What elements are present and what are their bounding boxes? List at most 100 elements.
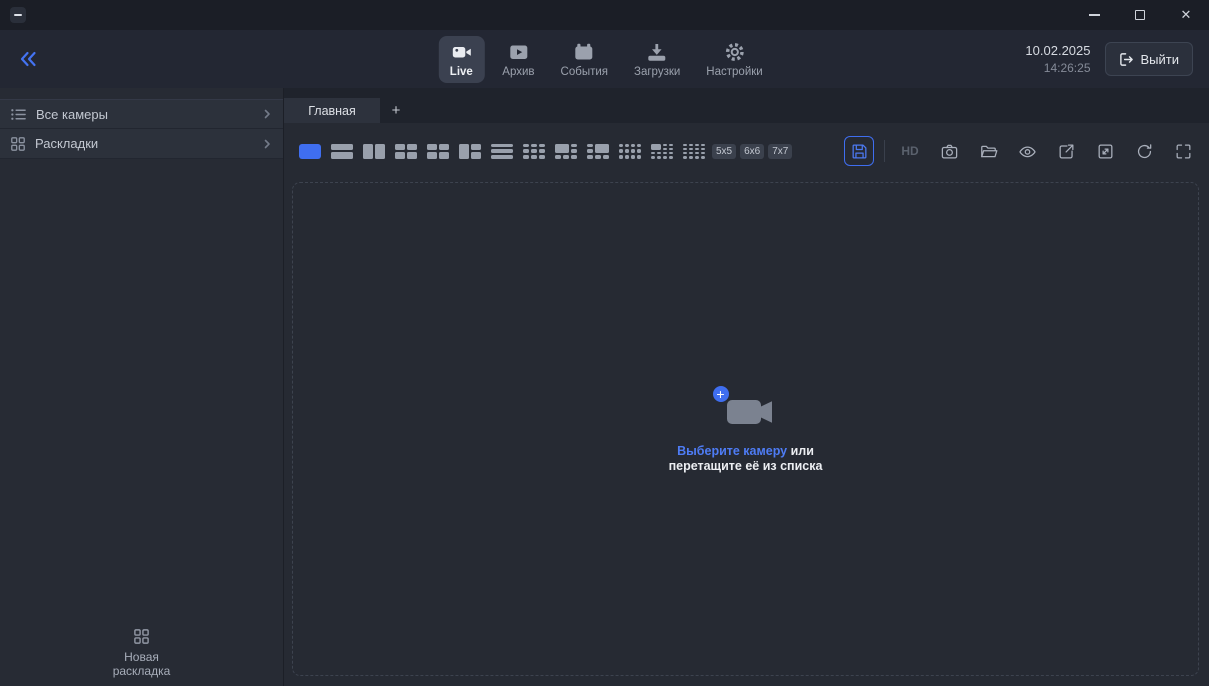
camera-list-icon xyxy=(10,106,27,123)
nav-downloads-label: Загрузки xyxy=(634,66,680,78)
layout-3x3-button[interactable] xyxy=(520,141,548,162)
layout-toolbar: 5x5 6x6 7x7 HD xyxy=(284,123,1209,179)
sidebar-item-label: Все камеры xyxy=(36,107,252,122)
export-icon xyxy=(1057,142,1076,161)
close-icon: ✕ xyxy=(1181,7,1192,23)
chevron-right-icon xyxy=(261,138,273,150)
layout-3x4-button[interactable] xyxy=(616,141,644,162)
maximize-button[interactable] xyxy=(1117,0,1163,30)
layout-2-cols-icon xyxy=(363,144,385,159)
layout-2-rows-icon xyxy=(331,144,353,159)
maximize-icon xyxy=(1135,10,1145,20)
layout-4x4-icon xyxy=(683,144,705,159)
layout-1x1-icon xyxy=(299,144,321,159)
datetime: 10.02.2025 14:26:25 xyxy=(1025,42,1090,76)
collapse-sidebar-button[interactable] xyxy=(16,47,40,71)
live-camera-icon xyxy=(450,41,472,63)
layout-4-wide-button[interactable] xyxy=(392,141,420,162)
layout-3-rows-icon xyxy=(491,144,513,159)
layout-4x4-button[interactable] xyxy=(680,141,708,162)
date-label: 10.02.2025 xyxy=(1025,42,1090,60)
layout-3x3-icon xyxy=(523,144,545,159)
nav-events-label: События xyxy=(561,66,608,78)
chevron-right-icon xyxy=(261,108,273,120)
logout-label: Выйти xyxy=(1141,52,1180,67)
app-logo-icon xyxy=(10,7,26,23)
screenshot-button[interactable] xyxy=(934,136,964,166)
nav-live[interactable]: Live xyxy=(438,36,484,83)
layout-2-rows-button[interactable] xyxy=(328,141,356,162)
layout-1-plus-2-icon xyxy=(459,144,481,159)
add-tab-button[interactable]: + xyxy=(380,98,412,123)
save-icon xyxy=(850,142,869,161)
logout-icon xyxy=(1119,52,1134,67)
folder-open-icon xyxy=(979,142,998,161)
content: Главная + 5x5 6x6 7x7 HD xyxy=(284,88,1209,686)
layout-2-plus-4-button[interactable] xyxy=(584,141,612,162)
placeholder-rest: или xyxy=(787,444,814,458)
archive-icon xyxy=(507,41,529,63)
screenshot-camera-icon xyxy=(940,142,959,161)
sidebar-item-all-cameras[interactable]: Все камеры xyxy=(0,99,283,129)
hd-quality-button[interactable]: HD xyxy=(895,136,925,166)
nav-events[interactable]: События xyxy=(553,36,616,83)
layout-1-plus-12-button[interactable] xyxy=(648,141,676,162)
close-button[interactable]: ✕ xyxy=(1163,0,1209,30)
layout-1-plus-2-button[interactable] xyxy=(456,141,484,162)
toolbar-divider xyxy=(884,140,885,162)
sidebar: Все камеры Раскладки Новая раскладка xyxy=(0,88,284,686)
new-layout-icon xyxy=(133,628,150,645)
select-camera-link[interactable]: Выберите камеру xyxy=(677,444,787,458)
add-camera-button[interactable]: + xyxy=(711,384,731,404)
scale-button[interactable] xyxy=(1090,136,1120,166)
layout-7x7-button[interactable]: 7x7 xyxy=(768,144,792,159)
sidebar-spacer xyxy=(0,159,283,618)
layout-2x2-button[interactable] xyxy=(424,141,452,162)
layout-1-plus-5-button[interactable] xyxy=(552,141,580,162)
double-chevron-left-icon xyxy=(16,47,40,71)
new-layout-button[interactable]: Новая раскладка xyxy=(0,618,283,686)
video-cell-empty[interactable]: + Выберите камеру или перетащите её из с… xyxy=(292,182,1199,676)
layout-1-plus-12-icon xyxy=(651,144,673,159)
export-button[interactable] xyxy=(1051,136,1081,166)
open-folder-button[interactable] xyxy=(973,136,1003,166)
time-label: 14:26:25 xyxy=(1025,60,1090,76)
nav-archive-label: Архив xyxy=(502,66,534,78)
minimize-button[interactable] xyxy=(1071,0,1117,30)
minimize-icon xyxy=(1089,14,1100,16)
header: Live Архив События Загрузки Настройки 10… xyxy=(0,30,1209,88)
layout-5x5-button[interactable]: 5x5 xyxy=(712,144,736,159)
nav-settings-label: Настройки xyxy=(706,66,762,78)
camera-placeholder: + xyxy=(717,393,775,434)
fullscreen-icon xyxy=(1174,142,1193,161)
visibility-button[interactable] xyxy=(1012,136,1042,166)
nav-downloads[interactable]: Загрузки xyxy=(626,36,688,83)
resize-icon xyxy=(1096,142,1115,161)
titlebar: ✕ xyxy=(0,0,1209,30)
layout-2-cols-button[interactable] xyxy=(360,141,388,162)
layout-2x2-icon xyxy=(427,144,449,159)
window-controls: ✕ xyxy=(1071,0,1209,30)
layout-3-rows-button[interactable] xyxy=(488,141,516,162)
layout-2-plus-4-icon xyxy=(587,144,609,159)
refresh-button[interactable] xyxy=(1129,136,1159,166)
hd-label: HD xyxy=(901,144,918,158)
refresh-icon xyxy=(1135,142,1154,161)
logout-button[interactable]: Выйти xyxy=(1105,42,1194,76)
layout-6x6-button[interactable]: 6x6 xyxy=(740,144,764,159)
layouts-icon xyxy=(10,136,26,152)
nav-settings[interactable]: Настройки xyxy=(698,36,770,83)
empty-cell-placeholder: + Выберите камеру или перетащите её из с… xyxy=(669,393,823,474)
save-layout-button[interactable] xyxy=(844,136,874,166)
sidebar-item-label: Раскладки xyxy=(35,136,252,151)
placeholder-text: Выберите камеру или перетащите её из спи… xyxy=(669,444,823,474)
fullscreen-button[interactable] xyxy=(1168,136,1198,166)
nav-archive[interactable]: Архив xyxy=(494,36,542,83)
layout-3x4-icon xyxy=(619,144,641,159)
tab-main[interactable]: Главная xyxy=(284,98,380,123)
nav-live-label: Live xyxy=(450,66,473,78)
sidebar-item-layouts[interactable]: Раскладки xyxy=(0,129,283,159)
placeholder-line2: перетащите её из списка xyxy=(669,459,823,473)
new-layout-label: Новая раскладка xyxy=(106,650,178,678)
layout-1x1-button[interactable] xyxy=(296,141,324,162)
